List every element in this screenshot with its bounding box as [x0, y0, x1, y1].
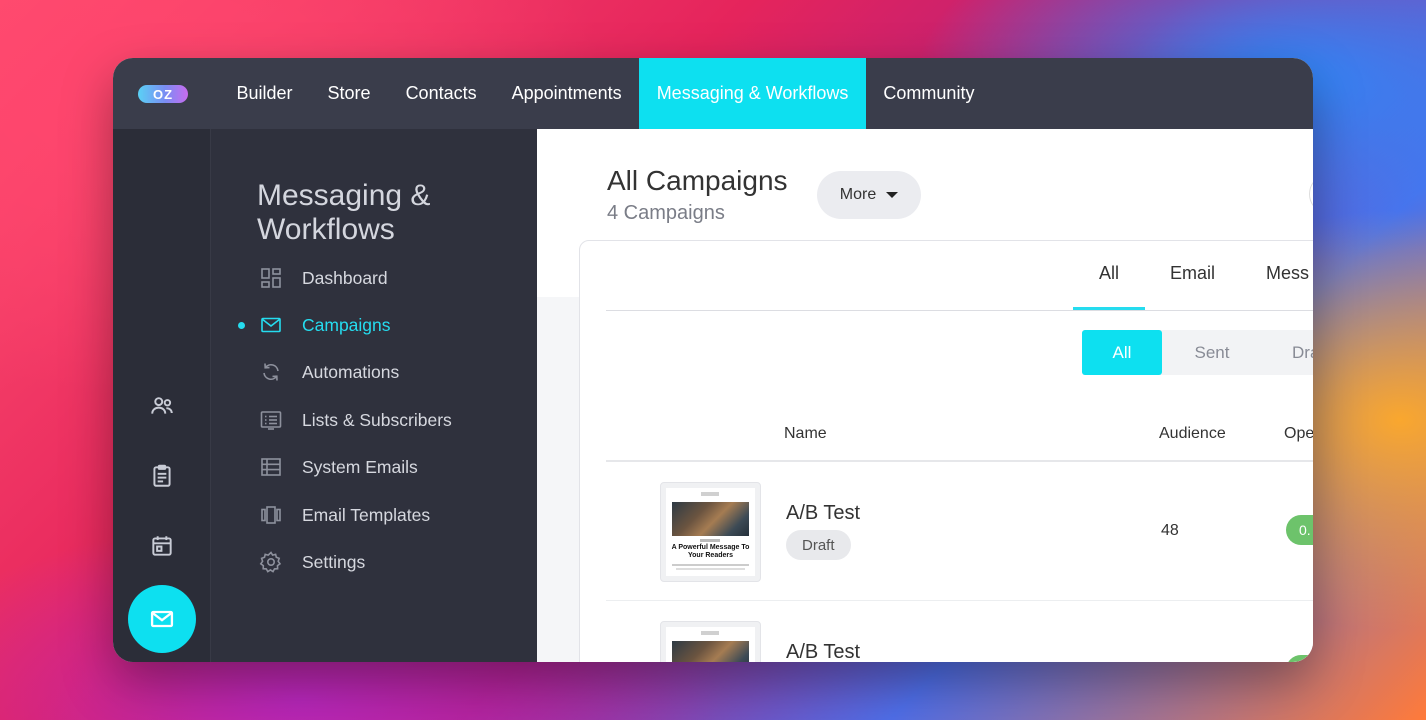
sidebar-item-system-emails[interactable]: System Emails	[211, 447, 537, 487]
open-rate-pill	[1286, 655, 1313, 662]
thumbnail-photo	[672, 641, 749, 662]
sidebar-item-label: System Emails	[302, 456, 418, 477]
thumbnail-photo	[672, 502, 749, 536]
campaign-count: 4 Campaigns	[607, 202, 725, 224]
filter-sent[interactable]: Sent	[1162, 330, 1262, 375]
table-row[interactable]: A/B Test	[606, 601, 1313, 662]
nav-label: Appointments	[511, 83, 622, 103]
caret-down-icon	[886, 192, 899, 198]
table-row[interactable]: A Powerful Message To Your Readers A/B T…	[606, 462, 1313, 601]
sidebar-item-dashboard[interactable]: Dashboard	[211, 258, 537, 298]
templates-icon	[258, 502, 284, 528]
campaign-name[interactable]: A/B Test	[786, 641, 860, 662]
sidebar-item-label: Lists & Subscribers	[302, 409, 452, 430]
thumbnail-preview	[666, 627, 755, 662]
nav-builder[interactable]: Builder	[219, 58, 310, 129]
list-icon	[258, 407, 284, 433]
logo[interactable]: OZ	[138, 85, 188, 103]
sidebar-item-lists-subscribers[interactable]: Lists & Subscribers	[211, 400, 537, 440]
thumbnail-preview: A Powerful Message To Your Readers	[666, 488, 755, 576]
sidebar-item-label: Automations	[302, 361, 400, 382]
status-badge: Draft	[786, 530, 851, 560]
app-window: OZ Builder Store Contacts Appointments M…	[113, 58, 1313, 662]
tab-all[interactable]: All	[1099, 263, 1119, 284]
nav-community[interactable]: Community	[866, 58, 992, 129]
sidebar-item-label: Dashboard	[302, 267, 388, 288]
sidebar-item-label: Campaigns	[302, 314, 391, 335]
email-thumbnail[interactable]	[660, 621, 761, 662]
top-navigation: OZ Builder Store Contacts Appointments M…	[113, 58, 1313, 129]
nav-label: Builder	[236, 83, 293, 103]
dashboard-icon	[258, 265, 284, 291]
thumbnail-logo	[701, 492, 719, 496]
more-button[interactable]: More	[817, 171, 921, 219]
filter-all[interactable]: All	[1082, 330, 1162, 375]
nav-messaging-workflows[interactable]: Messaging & Workflows	[639, 58, 866, 129]
audience-value: 48	[1161, 522, 1179, 539]
logo-text: OZ	[152, 86, 174, 102]
column-header-opens[interactable]: Ope	[1284, 425, 1313, 443]
nav-label: Community	[883, 83, 975, 103]
sidebar-item-label: Email Templates	[302, 504, 431, 525]
main-content: All Campaigns 4 Campaigns More All Email…	[537, 129, 1313, 662]
email-thumbnail[interactable]: A Powerful Message To Your Readers	[660, 482, 761, 582]
more-label: More	[839, 186, 877, 203]
tab-email[interactable]: Email	[1170, 263, 1215, 284]
active-indicator	[238, 321, 245, 329]
icon-rail	[113, 129, 211, 662]
column-header-name[interactable]: Name	[784, 425, 827, 443]
thumbnail-text	[676, 568, 745, 570]
table-icon	[258, 454, 284, 480]
calendar-icon[interactable]	[147, 531, 177, 561]
refresh-icon	[258, 359, 284, 385]
sidebar: Messaging & Workflows Dashboard Campaign…	[211, 129, 537, 662]
thumbnail-kicker	[700, 539, 720, 542]
sidebar-item-automations[interactable]: Automations	[211, 352, 537, 392]
sidebar-item-settings[interactable]: Settings	[211, 542, 537, 582]
open-rate-pill: 0.	[1286, 515, 1313, 545]
nav-contacts[interactable]: Contacts	[388, 58, 494, 129]
nav-label: Store	[327, 83, 371, 103]
tabs-divider	[606, 310, 1313, 311]
campaign-type-tabs: All Email Mess	[580, 241, 1313, 311]
thumbnail-headline: A Powerful Message To Your Readers	[671, 544, 750, 559]
nav-label: Messaging & Workflows	[656, 83, 849, 103]
thumbnail-text	[672, 564, 749, 566]
top-nav-items: Builder Store Contacts Appointments Mess…	[219, 58, 992, 129]
clipboard-icon[interactable]	[147, 461, 177, 491]
gear-icon	[258, 549, 284, 575]
filter-drafts[interactable]: Dra	[1262, 330, 1313, 375]
campaign-name[interactable]: A/B Test	[786, 502, 860, 525]
thumbnail-logo	[701, 631, 719, 635]
sidebar-item-campaigns[interactable]: Campaigns	[211, 305, 537, 345]
status-filter: All Sent Dra	[1082, 330, 1313, 375]
nav-store[interactable]: Store	[310, 58, 388, 129]
campaigns-card: All Email Mess All Sent Dra Name Audienc…	[579, 240, 1313, 662]
tab-messages[interactable]: Mess	[1266, 263, 1309, 284]
contacts-icon[interactable]	[147, 391, 177, 421]
page-title: All Campaigns	[607, 165, 788, 196]
sidebar-item-label: Settings	[302, 551, 366, 572]
mail-icon	[258, 312, 284, 338]
sidebar-title: Messaging & Workflows	[257, 179, 431, 246]
nav-appointments[interactable]: Appointments	[494, 58, 639, 129]
nav-label: Contacts	[405, 83, 477, 103]
header-action-button[interactable]	[1309, 174, 1313, 214]
sidebar-item-email-templates[interactable]: Email Templates	[211, 495, 537, 535]
column-header-audience[interactable]: Audience	[1159, 425, 1226, 443]
mail-icon[interactable]	[128, 585, 196, 653]
